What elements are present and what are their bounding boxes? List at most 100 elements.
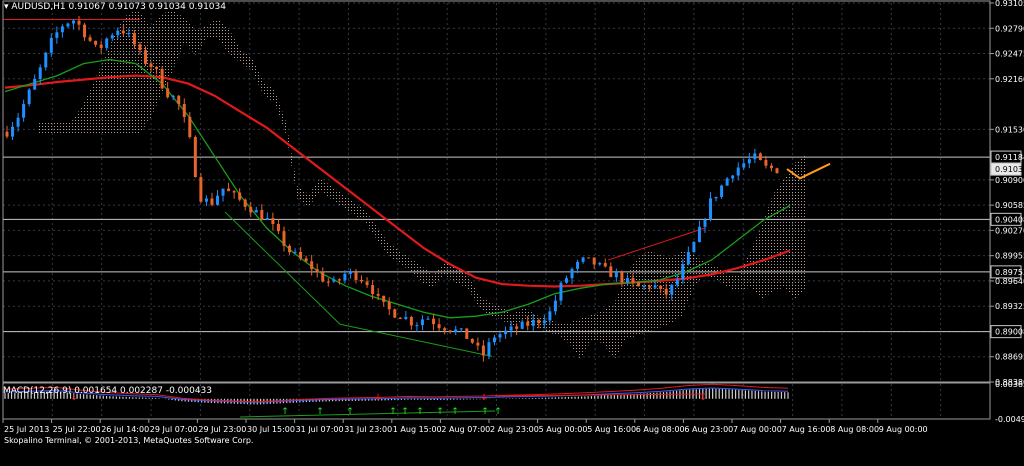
candle-body xyxy=(276,224,280,232)
y-tick-label: 0.89325 xyxy=(995,302,1024,311)
candle-body xyxy=(11,126,15,137)
candle-body xyxy=(659,285,663,289)
candle-body xyxy=(531,320,535,326)
candle-body xyxy=(570,268,574,279)
candle-body xyxy=(232,191,236,193)
x-tick-label: 2 Aug 23:00 xyxy=(490,425,539,434)
candle-body xyxy=(775,168,779,174)
candle-body xyxy=(714,196,718,199)
candle-body xyxy=(537,320,541,324)
candle-body xyxy=(581,257,585,262)
x-tick-label: 6 Aug 08:00 xyxy=(636,425,685,434)
candle-body xyxy=(221,188,225,196)
candle-body xyxy=(5,131,9,137)
y-tick-label: 0.89955 xyxy=(995,252,1024,261)
x-tick-label: 1 Aug 15:00 xyxy=(393,425,442,434)
time-axis[interactable]: 25 Jul 2013 25 Jul 22:00 26 Jul 14:00 29 Ju… xyxy=(2,419,928,434)
candle-body xyxy=(520,321,524,329)
candle-body xyxy=(138,44,142,51)
candle-body xyxy=(238,192,242,200)
macd-up-arrow: ↑ xyxy=(416,407,424,417)
y-tick-label: 0.93105 xyxy=(995,0,1024,8)
candle-body xyxy=(304,258,308,262)
candle-body xyxy=(182,104,186,117)
candle-body xyxy=(171,95,175,98)
candle-body xyxy=(637,282,641,287)
candle-body xyxy=(670,284,674,295)
candle-body xyxy=(703,219,707,227)
candle-body xyxy=(576,261,580,269)
candle-body xyxy=(243,199,247,207)
macd-up-arrow: ↑ xyxy=(436,407,444,417)
candle-body xyxy=(559,282,563,301)
x-tick-label: 7 Aug 00:00 xyxy=(733,425,782,434)
candle-body xyxy=(753,153,757,160)
candle-body xyxy=(681,264,685,280)
x-tick-label: 31 Jul 23:00 xyxy=(344,425,392,434)
symbol-label[interactable]: ▾ AUDUSD,H1 xyxy=(4,2,66,12)
chart-title[interactable]: ▾ AUDUSD,H1 0.91067 0.91073 0.91034 0.91… xyxy=(4,2,226,12)
macd-y-tick-label: -0.004953 xyxy=(995,415,1024,424)
candle-body xyxy=(515,326,519,329)
candle-body xyxy=(553,300,557,312)
x-tick-label: 25 Jul 22:00 xyxy=(53,425,101,434)
candle-body xyxy=(592,257,596,265)
candle-body xyxy=(742,163,746,168)
candle-body xyxy=(143,50,147,64)
macd-label: MACD(12,26,9) 0.001654 0.002287 -0.00043… xyxy=(3,386,213,396)
candle-body xyxy=(642,286,646,288)
x-tick-label: 8 Aug 08:00 xyxy=(830,425,879,434)
macd-y-tick-label: 0.003623 xyxy=(995,380,1024,389)
x-tick-label: 30 Jul 15:00 xyxy=(247,425,295,434)
candle-body xyxy=(127,33,131,35)
candle-body xyxy=(686,251,690,265)
candle-body xyxy=(387,301,391,310)
candle-body xyxy=(27,89,31,105)
candle-body xyxy=(216,195,220,205)
y-tick-label: 0.90408 xyxy=(995,215,1024,224)
macd-down-arrow: ↓ xyxy=(374,393,382,403)
candle-body xyxy=(77,20,81,25)
candle-body xyxy=(337,279,341,281)
candle-body xyxy=(631,278,635,283)
candle-body xyxy=(376,294,380,296)
x-tick-label: 31 Jul 07:00 xyxy=(296,425,344,434)
candle-body xyxy=(121,30,125,34)
candle-body xyxy=(426,318,430,320)
candle-body xyxy=(166,88,170,98)
y-tick-label: 0.90900 xyxy=(995,176,1024,185)
candle-body xyxy=(415,325,419,327)
candle-body xyxy=(188,116,192,138)
candle-body xyxy=(254,210,258,213)
y-tick-label: 0.91530 xyxy=(995,125,1024,134)
candle-body xyxy=(542,320,546,324)
candle-body xyxy=(587,257,591,259)
candle-body xyxy=(282,231,286,246)
macd-up-arrow: ↑ xyxy=(389,407,397,417)
candle-body xyxy=(448,330,452,332)
x-tick-label: 25 Jul 2013 xyxy=(4,425,49,434)
candle-body xyxy=(94,40,98,45)
candle-body xyxy=(465,328,469,339)
y-tick-label: 0.90270 xyxy=(995,226,1024,235)
candle-body xyxy=(33,78,37,90)
x-tick-label: 9 Aug 00:00 xyxy=(879,425,928,434)
candle-body xyxy=(49,37,53,53)
candle-body xyxy=(736,167,740,176)
x-tick-label: 5 Aug 00:00 xyxy=(539,425,588,434)
candle-body xyxy=(149,63,153,67)
candle-body xyxy=(132,33,136,45)
candle-body xyxy=(210,198,214,205)
candle-body xyxy=(199,177,203,202)
candle-body xyxy=(332,279,336,282)
candle-body xyxy=(249,206,253,213)
candle-body xyxy=(614,272,618,278)
candle-body xyxy=(720,185,724,197)
candle-body xyxy=(315,269,319,272)
candle-body xyxy=(38,67,42,79)
price-axis[interactable]: 0.93105 0.92790 0.92475 0.92160 0.91530 0.911… xyxy=(990,0,1024,424)
candle-body xyxy=(769,165,773,169)
candle-body xyxy=(603,263,607,267)
candle-body xyxy=(747,159,751,164)
y-tick-label: 0.89008 xyxy=(995,328,1024,337)
